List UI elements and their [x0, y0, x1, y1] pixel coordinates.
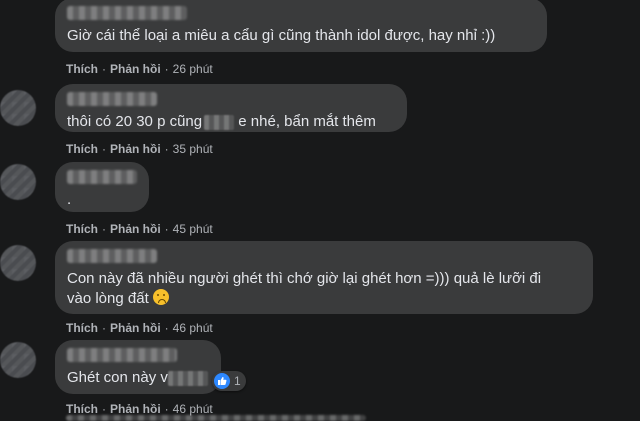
- separator: ·: [102, 142, 106, 156]
- avatar[interactable]: [0, 342, 36, 378]
- comment-text-line: vào lòng đất: [67, 290, 149, 307]
- reply-link[interactable]: Phản hồi: [110, 222, 161, 236]
- emoji-icon: [152, 289, 169, 305]
- separator: ·: [102, 321, 106, 335]
- comment-actions: Thích · Phản hồi · 26 phút: [66, 61, 213, 77]
- avatar[interactable]: [0, 90, 36, 126]
- reply-link[interactable]: Phản hồi: [110, 142, 161, 156]
- like-link[interactable]: Thích: [66, 321, 98, 335]
- timestamp[interactable]: 35 phút: [173, 142, 213, 156]
- reaction-summary[interactable]: 1: [212, 371, 246, 391]
- author-name-blurred[interactable]: [67, 92, 157, 106]
- separator: ·: [164, 321, 169, 335]
- separator: ·: [102, 222, 106, 236]
- reply-link[interactable]: Phản hồi: [110, 321, 161, 335]
- separator: ·: [102, 62, 106, 76]
- comment-text-part: e nhé, bẩn mắt thêm: [234, 113, 376, 130]
- comment-text-part: thôi có 20 30 p cũng: [67, 113, 203, 130]
- like-link[interactable]: Thích: [66, 62, 98, 76]
- avatar[interactable]: [0, 164, 36, 200]
- comment-actions: Thích · Phản hồi · 45 phút: [66, 221, 213, 237]
- reply-link[interactable]: Phản hồi: [110, 402, 161, 416]
- comment-text-part: Ghét con này v: [67, 369, 168, 386]
- timestamp[interactable]: 46 phút: [173, 402, 213, 416]
- like-link[interactable]: Thích: [66, 222, 98, 236]
- comment-bubble: Con này đã nhiều người ghét thì chớ giờ …: [55, 241, 593, 314]
- author-name-blurred[interactable]: [67, 170, 137, 184]
- comment-bubble: thôi có 20 30 p cũng e nhé, bẩn mắt thêm: [55, 84, 407, 132]
- like-icon: [214, 373, 230, 389]
- comment-text: thôi có 20 30 p cũng e nhé, bẩn mắt thêm: [67, 112, 395, 132]
- separator: ·: [164, 222, 169, 236]
- author-name-blurred[interactable]: [67, 348, 177, 362]
- timestamp[interactable]: 45 phút: [173, 222, 213, 236]
- avatar[interactable]: [0, 245, 36, 281]
- timestamp[interactable]: 46 phút: [173, 321, 213, 335]
- separator: ·: [164, 142, 169, 156]
- comment-actions: Thích · Phản hồi · 35 phút: [66, 141, 213, 157]
- separator: ·: [164, 402, 169, 416]
- author-name-blurred[interactable]: [67, 249, 157, 263]
- censored-word: [204, 114, 235, 130]
- timestamp[interactable]: 26 phút: [173, 62, 213, 76]
- censored-word: [167, 370, 208, 386]
- comment-text: Con này đã nhiều người ghét thì chớ giờ …: [67, 269, 581, 309]
- like-link[interactable]: Thích: [66, 142, 98, 156]
- comment-actions: Thích · Phản hồi · 46 phút: [66, 320, 213, 336]
- comment-bubble: Giờ cái thể loại a miêu a cẩu gì cũng th…: [55, 0, 547, 52]
- comment-bubble: .: [55, 162, 149, 212]
- author-name-blurred[interactable]: [67, 6, 187, 20]
- comment-text-line: Con này đã nhiều người ghét thì chớ giờ …: [67, 270, 542, 287]
- comment-text: Giờ cái thể loại a miêu a cẩu gì cũng th…: [67, 27, 496, 44]
- reaction-count: 1: [234, 374, 241, 388]
- comment-text: .: [67, 191, 72, 208]
- reply-link[interactable]: Phản hồi: [110, 62, 161, 76]
- like-link[interactable]: Thích: [66, 402, 98, 416]
- blurred-next-reply: [66, 415, 366, 421]
- comment-text: Ghét con này v: [67, 368, 209, 388]
- separator: ·: [102, 402, 106, 416]
- comment-bubble: Ghét con này v: [55, 340, 221, 394]
- separator: ·: [164, 62, 169, 76]
